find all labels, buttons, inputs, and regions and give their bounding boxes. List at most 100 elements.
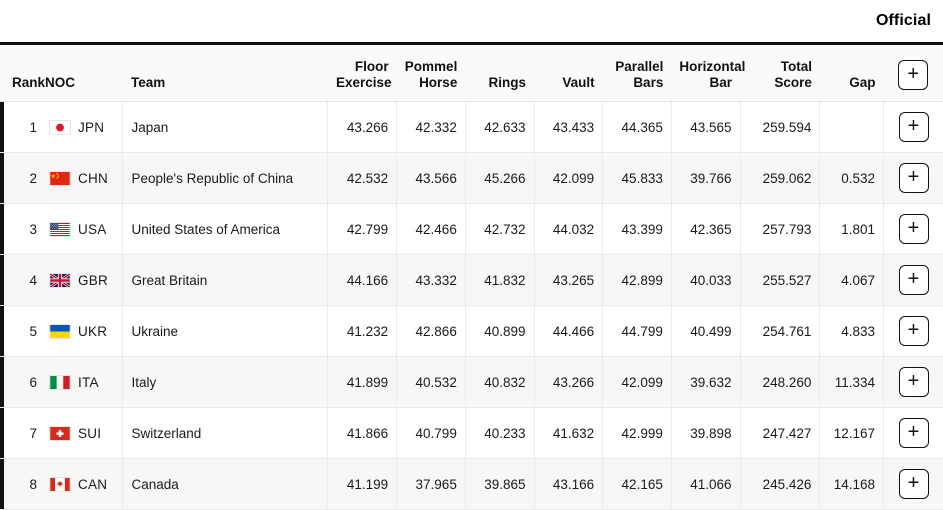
column-header-team[interactable]: Team <box>123 44 328 102</box>
noc-code: UKR <box>78 324 107 339</box>
row-team: Great Britain <box>123 255 328 306</box>
expand-row-button[interactable]: + <box>899 265 929 295</box>
column-header-horizontal-bar[interactable]: Horizontal Bar <box>671 44 740 102</box>
row-gap: 4.067 <box>820 255 884 306</box>
column-header-rank[interactable]: Rank <box>0 44 43 102</box>
noc-wrapper: UKR <box>47 324 114 339</box>
row-parallel-bars: 44.365 <box>603 102 672 153</box>
row-team: Switzerland <box>123 408 328 459</box>
column-header-expand-all: + <box>884 44 943 102</box>
flag-ukr-icon <box>49 324 71 339</box>
table-row[interactable]: 3USAUnited States of America42.79942.466… <box>0 204 943 255</box>
row-parallel-bars: 42.165 <box>603 459 672 510</box>
row-vault: 42.099 <box>534 153 603 204</box>
column-header-hbar-line1: Horizontal <box>679 59 745 74</box>
row-rings: 41.832 <box>465 255 534 306</box>
row-team: Italy <box>123 357 328 408</box>
status-badge: Official <box>876 12 931 30</box>
row-rings: 40.832 <box>465 357 534 408</box>
expand-row-button[interactable]: + <box>899 367 929 397</box>
column-header-floor-exercise[interactable]: Floor Exercise <box>328 44 397 102</box>
row-action-cell: + <box>884 357 943 408</box>
row-action-cell: + <box>884 102 943 153</box>
expand-row-button[interactable]: + <box>899 214 929 244</box>
row-noc: ITA <box>43 357 123 408</box>
row-horizontal-bar: 41.066 <box>671 459 740 510</box>
column-header-total-line2: Score <box>774 75 812 90</box>
expand-all-button[interactable]: + <box>898 60 928 90</box>
row-action-cell: + <box>884 306 943 357</box>
column-header-parallel-bars[interactable]: Parallel Bars <box>603 44 672 102</box>
row-noc: SUI <box>43 408 123 459</box>
row-floor-exercise: 41.899 <box>328 357 397 408</box>
flag-can-icon <box>49 477 71 492</box>
expand-row-button[interactable]: + <box>899 112 929 142</box>
column-header-noc[interactable]: NOC <box>43 44 123 102</box>
table-row[interactable]: 6ITAItaly41.89940.53240.83243.26642.0993… <box>0 357 943 408</box>
row-floor-exercise: 41.232 <box>328 306 397 357</box>
plus-icon: + <box>908 269 920 289</box>
expand-row-button[interactable]: + <box>899 316 929 346</box>
row-rank: 2 <box>0 153 43 204</box>
row-pommel-horse: 43.332 <box>397 255 466 306</box>
row-rings: 40.233 <box>465 408 534 459</box>
column-header-gap[interactable]: Gap <box>820 44 884 102</box>
plus-icon: + <box>908 371 920 391</box>
plus-icon: + <box>907 64 919 84</box>
row-rings: 42.633 <box>465 102 534 153</box>
row-noc: CAN <box>43 459 123 510</box>
column-header-floor-line1: Floor <box>355 59 389 74</box>
row-horizontal-bar: 39.898 <box>671 408 740 459</box>
row-vault: 44.466 <box>534 306 603 357</box>
column-header-floor-line2: Exercise <box>336 75 392 90</box>
row-team: People's Republic of China <box>123 153 328 204</box>
row-gap: 12.167 <box>820 408 884 459</box>
row-noc: GBR <box>43 255 123 306</box>
flag-usa-icon <box>49 222 71 237</box>
row-rings: 42.732 <box>465 204 534 255</box>
row-floor-exercise: 43.266 <box>328 102 397 153</box>
table-row[interactable]: 1JPNJapan43.26642.33242.63343.43344.3654… <box>0 102 943 153</box>
row-parallel-bars: 42.999 <box>603 408 672 459</box>
row-total-score: 248.260 <box>740 357 820 408</box>
row-rings: 45.266 <box>465 153 534 204</box>
row-parallel-bars: 42.899 <box>603 255 672 306</box>
row-total-score: 254.761 <box>740 306 820 357</box>
table-row[interactable]: 5UKRUkraine41.23242.86640.89944.46644.79… <box>0 306 943 357</box>
row-rank: 7 <box>0 408 43 459</box>
row-horizontal-bar: 40.033 <box>671 255 740 306</box>
row-pommel-horse: 43.566 <box>397 153 466 204</box>
noc-code: CHN <box>78 171 108 186</box>
row-parallel-bars: 43.399 <box>603 204 672 255</box>
table-row[interactable]: 7SUISwitzerland41.86640.79940.23341.6324… <box>0 408 943 459</box>
table-row[interactable]: 2 CHN People's Republic of China42.53243.5… <box>0 153 943 204</box>
row-floor-exercise: 42.532 <box>328 153 397 204</box>
table-row[interactable]: 8CANCanada41.19937.96539.86543.16642.165… <box>0 459 943 510</box>
noc-code: ITA <box>78 375 99 390</box>
row-rank: 5 <box>0 306 43 357</box>
column-header-pommel-line2: Horse <box>419 75 457 90</box>
column-header-vault[interactable]: Vault <box>534 44 603 102</box>
column-header-total-line1: Total <box>781 59 812 74</box>
table-row[interactable]: 4GBRGreat Britain44.16643.33241.83243.26… <box>0 255 943 306</box>
expand-row-button[interactable]: + <box>899 418 929 448</box>
column-header-total-score[interactable]: Total Score <box>740 44 820 102</box>
noc-wrapper: SUI <box>47 426 114 441</box>
row-vault: 43.265 <box>534 255 603 306</box>
row-action-cell: + <box>884 153 943 204</box>
row-parallel-bars: 45.833 <box>603 153 672 204</box>
row-team: Japan <box>123 102 328 153</box>
expand-row-button[interactable]: + <box>899 163 929 193</box>
row-rank: 8 <box>0 459 43 510</box>
row-rank: 6 <box>0 357 43 408</box>
flag-chn-icon <box>49 171 71 186</box>
row-horizontal-bar: 39.632 <box>671 357 740 408</box>
row-pommel-horse: 37.965 <box>397 459 466 510</box>
row-pommel-horse: 42.866 <box>397 306 466 357</box>
row-floor-exercise: 44.166 <box>328 255 397 306</box>
row-gap: 14.168 <box>820 459 884 510</box>
plus-icon: + <box>908 320 920 340</box>
expand-row-button[interactable]: + <box>899 469 929 499</box>
column-header-pommel-horse[interactable]: Pommel Horse <box>397 44 466 102</box>
column-header-rings[interactable]: Rings <box>465 44 534 102</box>
